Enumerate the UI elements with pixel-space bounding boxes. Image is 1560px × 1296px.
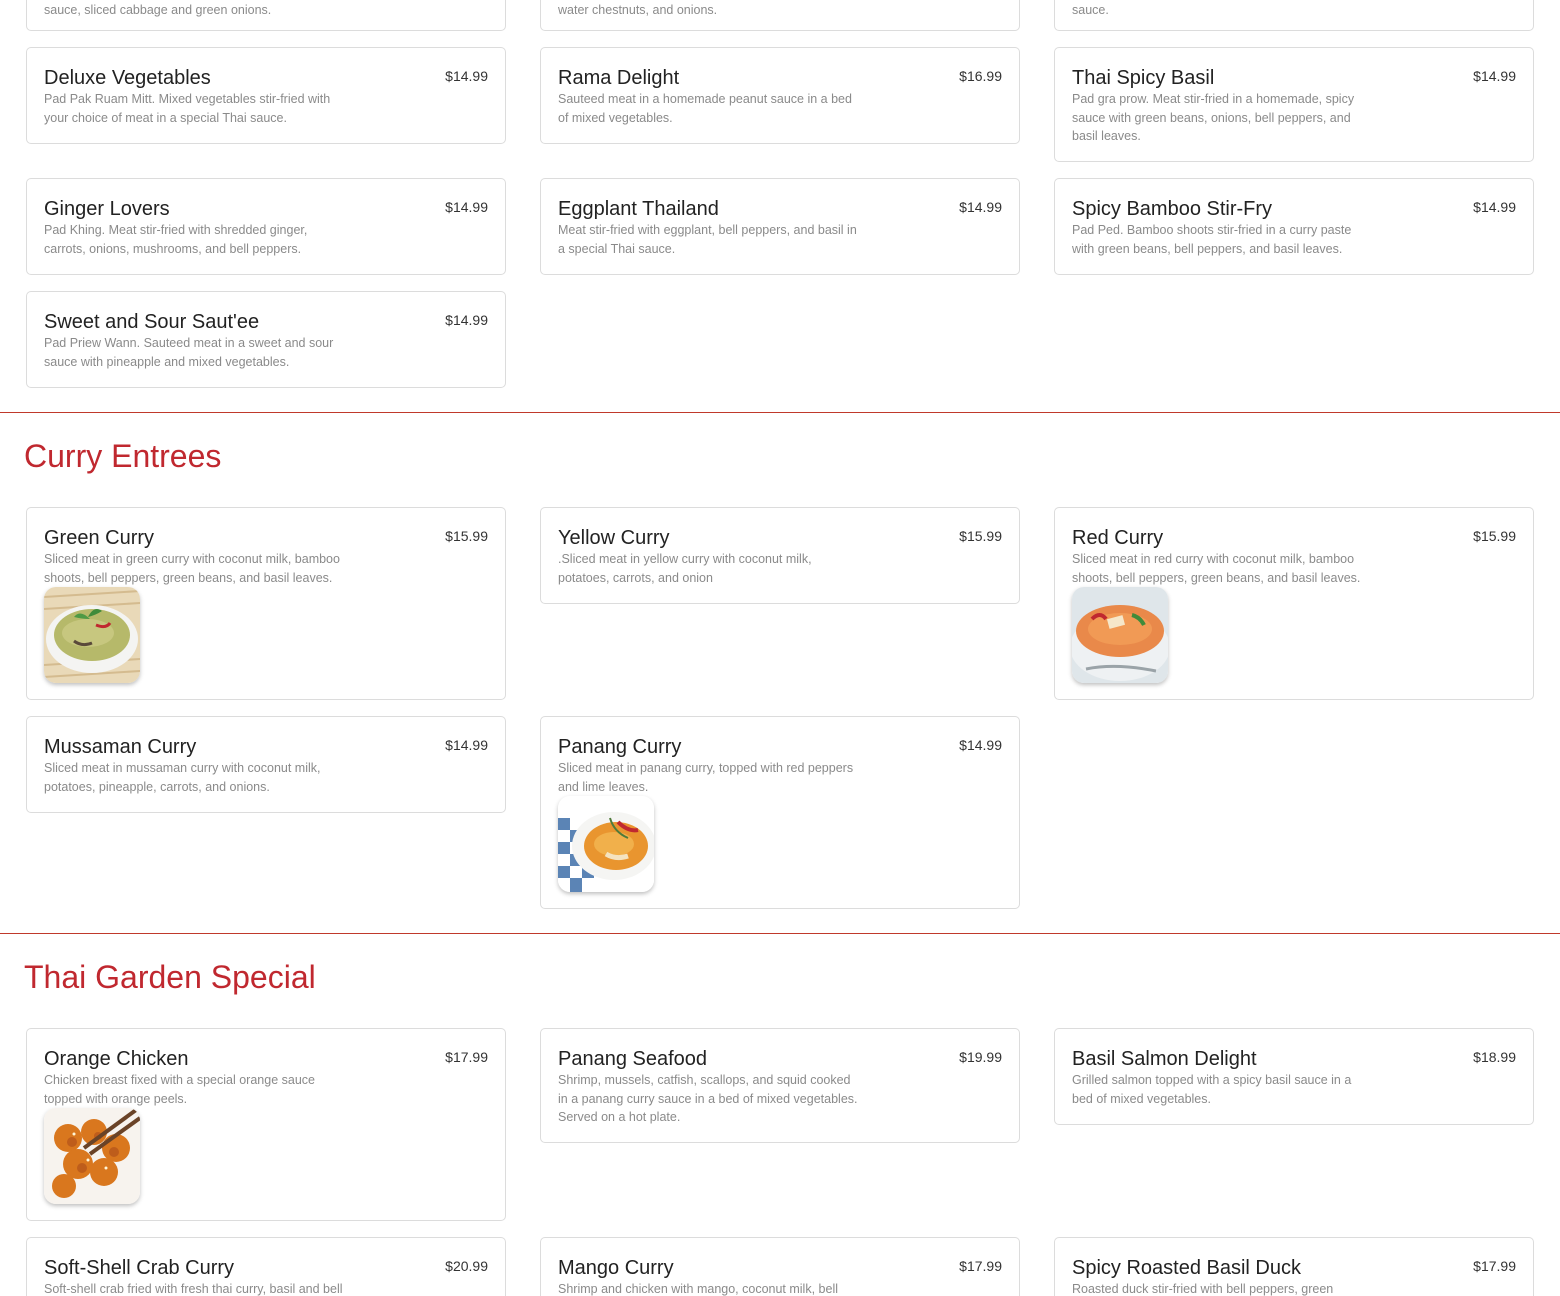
item-description: Sliced meat in panang curry, topped with… [558, 761, 854, 794]
menu-card[interactable]: Orange Chicken $17.99 Chicken breast fix… [26, 1028, 506, 1221]
menu-card[interactable]: Thai Spicy Basil $14.99 Pad gra prow. Me… [1054, 47, 1534, 162]
item-price: $17.99 [445, 1049, 488, 1065]
menu-card[interactable]: Spicy Roasted Basil Duck $17.99 Roasted … [1054, 1237, 1534, 1296]
item-name: Green Curry [44, 527, 155, 549]
menu-card[interactable]: Green Curry $15.99 Sliced meat in green … [26, 507, 506, 700]
item-name: Panang Curry [558, 736, 682, 758]
menu-card[interactable]: sauce, sliced cabbage and green onions. [26, 0, 506, 31]
item-name: Sweet and Sour Saut'ee [44, 311, 260, 333]
item-price: $14.99 [445, 312, 488, 328]
item-name: Deluxe Vegetables [44, 67, 211, 89]
section-title-thai-garden-special: Thai Garden Special [24, 959, 316, 995]
item-description: water chestnuts, and onions. [558, 3, 718, 17]
item-price: $14.99 [445, 199, 488, 215]
section-title-curry-entrees: Curry Entrees [24, 438, 222, 474]
item-price: $14.99 [1473, 199, 1516, 215]
item-description: Sliced meat in green curry with coconut … [44, 552, 340, 585]
item-price: $15.99 [1473, 528, 1516, 544]
menu-card[interactable]: Mango Curry $17.99 Shrimp and chicken wi… [540, 1237, 1020, 1296]
menu-card[interactable]: Yellow Curry $15.99 .Sliced meat in yell… [540, 507, 1020, 604]
item-name: Panang Seafood [558, 1048, 708, 1070]
menu-card[interactable]: Eggplant Thailand $14.99 Meat stir-fried… [540, 178, 1020, 275]
item-description: sauce. [1072, 3, 1109, 17]
item-name: Red Curry [1072, 527, 1164, 549]
item-description: Grilled salmon topped with a spicy basil… [1072, 1073, 1352, 1106]
item-description: Sauteed meat in a homemade peanut sauce … [558, 92, 852, 125]
item-description: Meat stir-fried with eggplant, bell pepp… [558, 223, 857, 256]
item-price: $14.99 [445, 68, 488, 84]
menu-card[interactable]: Red Curry $15.99 Sliced meat in red curr… [1054, 507, 1534, 700]
item-price: $19.99 [959, 1049, 1002, 1065]
item-price: $14.99 [959, 199, 1002, 215]
item-price: $17.99 [959, 1258, 1002, 1274]
item-description: Sliced meat in red curry with coconut mi… [1072, 552, 1361, 585]
section-divider [0, 933, 1560, 934]
item-description: .Sliced meat in yellow curry with coconu… [558, 552, 812, 585]
item-price: $17.99 [1473, 1258, 1516, 1274]
orange-chicken-photo[interactable] [44, 1108, 140, 1204]
item-description: Chicken breast fixed with a special oran… [44, 1073, 315, 1106]
item-description: Pad Ped. Bamboo shoots stir-fried in a c… [1072, 223, 1352, 256]
item-description: sauce, sliced cabbage and green onions. [44, 3, 272, 17]
item-description: Pad Khing. Meat stir-fried with shredded… [44, 223, 308, 256]
item-price: $14.99 [445, 737, 488, 753]
red-curry-photo[interactable] [1072, 587, 1168, 683]
menu-card[interactable]: Rama Delight $16.99 Sauteed meat in a ho… [540, 47, 1020, 144]
item-description: Pad gra prow. Meat stir-fried in a homem… [1072, 92, 1355, 143]
item-price: $15.99 [445, 528, 488, 544]
section-divider [0, 412, 1560, 413]
item-description: Shrimp, mussels, catfish, scallops, and … [558, 1073, 858, 1124]
menu-card[interactable]: Ginger Lovers $14.99 Pad Khing. Meat sti… [26, 178, 506, 275]
item-description: Sliced meat in mussaman curry with cocon… [44, 761, 321, 794]
item-price: $18.99 [1473, 1049, 1516, 1065]
item-price: $15.99 [959, 528, 1002, 544]
menu-card[interactable]: sauce. [1054, 0, 1534, 31]
menu-card[interactable]: Mussaman Curry $14.99 Sliced meat in mus… [26, 716, 506, 813]
item-price: $16.99 [959, 68, 1002, 84]
menu-card[interactable]: Soft-Shell Crab Curry $20.99 Soft-shell … [26, 1237, 506, 1296]
item-name: Spicy Bamboo Stir-Fry [1072, 198, 1273, 220]
item-name: Mussaman Curry [44, 736, 197, 758]
item-description: Pad Priew Wann. Sauteed meat in a sweet … [44, 336, 334, 369]
green-curry-photo[interactable] [44, 587, 140, 683]
item-name: Orange Chicken [44, 1048, 189, 1070]
item-price: $14.99 [1473, 68, 1516, 84]
item-price: $20.99 [445, 1258, 488, 1274]
menu-card[interactable]: Spicy Bamboo Stir-Fry $14.99 Pad Ped. Ba… [1054, 178, 1534, 275]
panang-curry-photo[interactable] [558, 796, 654, 892]
item-name: Ginger Lovers [44, 198, 170, 220]
menu-card[interactable]: Panang Curry $14.99 Sliced meat in panan… [540, 716, 1020, 909]
item-name: Soft-Shell Crab Curry [44, 1257, 235, 1279]
item-price: $14.99 [959, 737, 1002, 753]
menu-card[interactable]: Deluxe Vegetables $14.99 Pad Pak Ruam Mi… [26, 47, 506, 144]
item-name: Thai Spicy Basil [1072, 67, 1215, 89]
item-description: Soft-shell crab fried with fresh thai cu… [44, 1282, 343, 1296]
item-name: Mango Curry [558, 1257, 674, 1279]
item-description: Shrimp and chicken with mango, coconut m… [558, 1282, 838, 1296]
item-name: Basil Salmon Delight [1072, 1048, 1257, 1070]
item-description: Pad Pak Ruam Mitt. Mixed vegetables stir… [44, 92, 331, 125]
item-description: Roasted duck stir-fried with bell pepper… [1072, 1282, 1334, 1296]
menu-card[interactable]: Panang Seafood $19.99 Shrimp, mussels, c… [540, 1028, 1020, 1143]
item-name: Spicy Roasted Basil Duck [1072, 1257, 1301, 1279]
item-name: Rama Delight [558, 67, 680, 89]
menu-card[interactable]: Basil Salmon Delight $18.99 Grilled salm… [1054, 1028, 1534, 1125]
item-name: Yellow Curry [558, 527, 670, 549]
menu-card[interactable]: water chestnuts, and onions. [540, 0, 1020, 31]
menu-card[interactable]: Sweet and Sour Saut'ee $14.99 Pad Priew … [26, 291, 506, 388]
item-name: Eggplant Thailand [558, 198, 719, 220]
